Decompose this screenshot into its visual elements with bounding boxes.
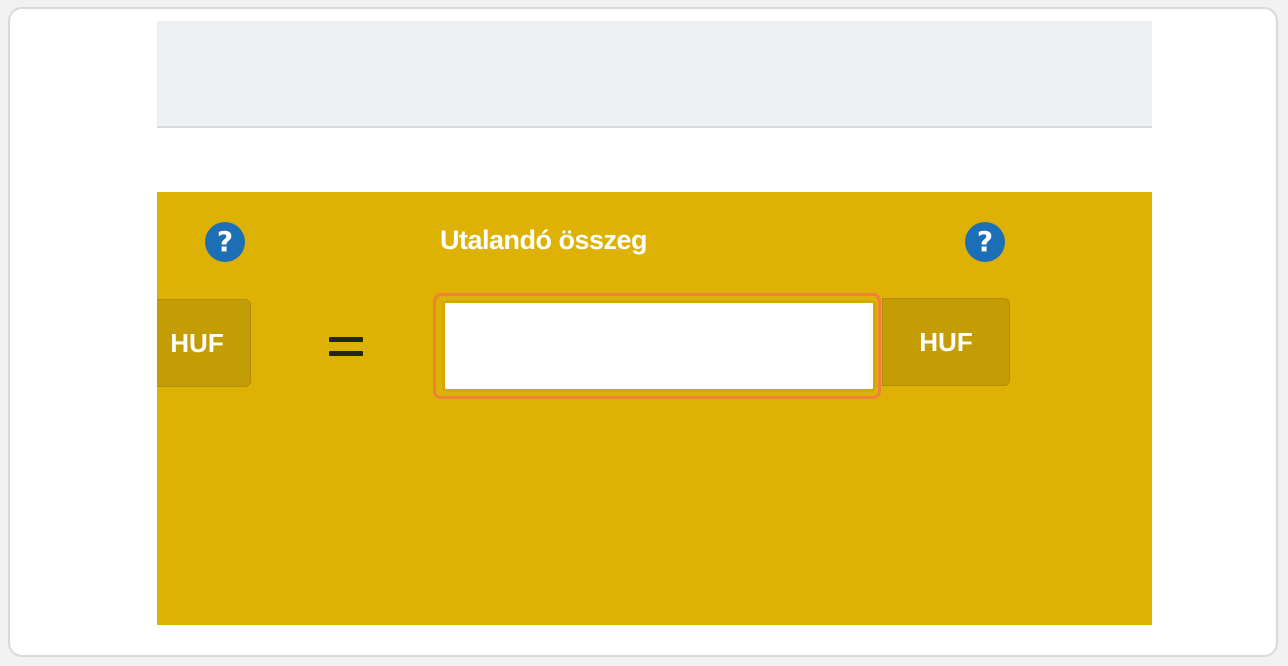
target-amount-label: Utalandó összeg	[440, 225, 648, 255]
currency-converter-panel: ? HUF Utalandó összeg ? HUF	[157, 192, 1152, 625]
header-bar	[157, 21, 1152, 128]
source-currency-addon: HUF	[157, 299, 251, 387]
question-circle-icon[interactable]: ?	[205, 222, 245, 262]
page-viewport: ? HUF Utalandó összeg ? HUF	[157, 21, 1152, 625]
target-currency-addon: HUF	[882, 298, 1010, 386]
screenshot-frame: ? HUF Utalandó összeg ? HUF	[8, 7, 1278, 657]
target-amount-input[interactable]	[442, 300, 876, 392]
question-circle-icon[interactable]: ?	[965, 222, 1005, 262]
equals-sign	[329, 337, 363, 365]
source-currency-label: HUF	[170, 328, 224, 358]
